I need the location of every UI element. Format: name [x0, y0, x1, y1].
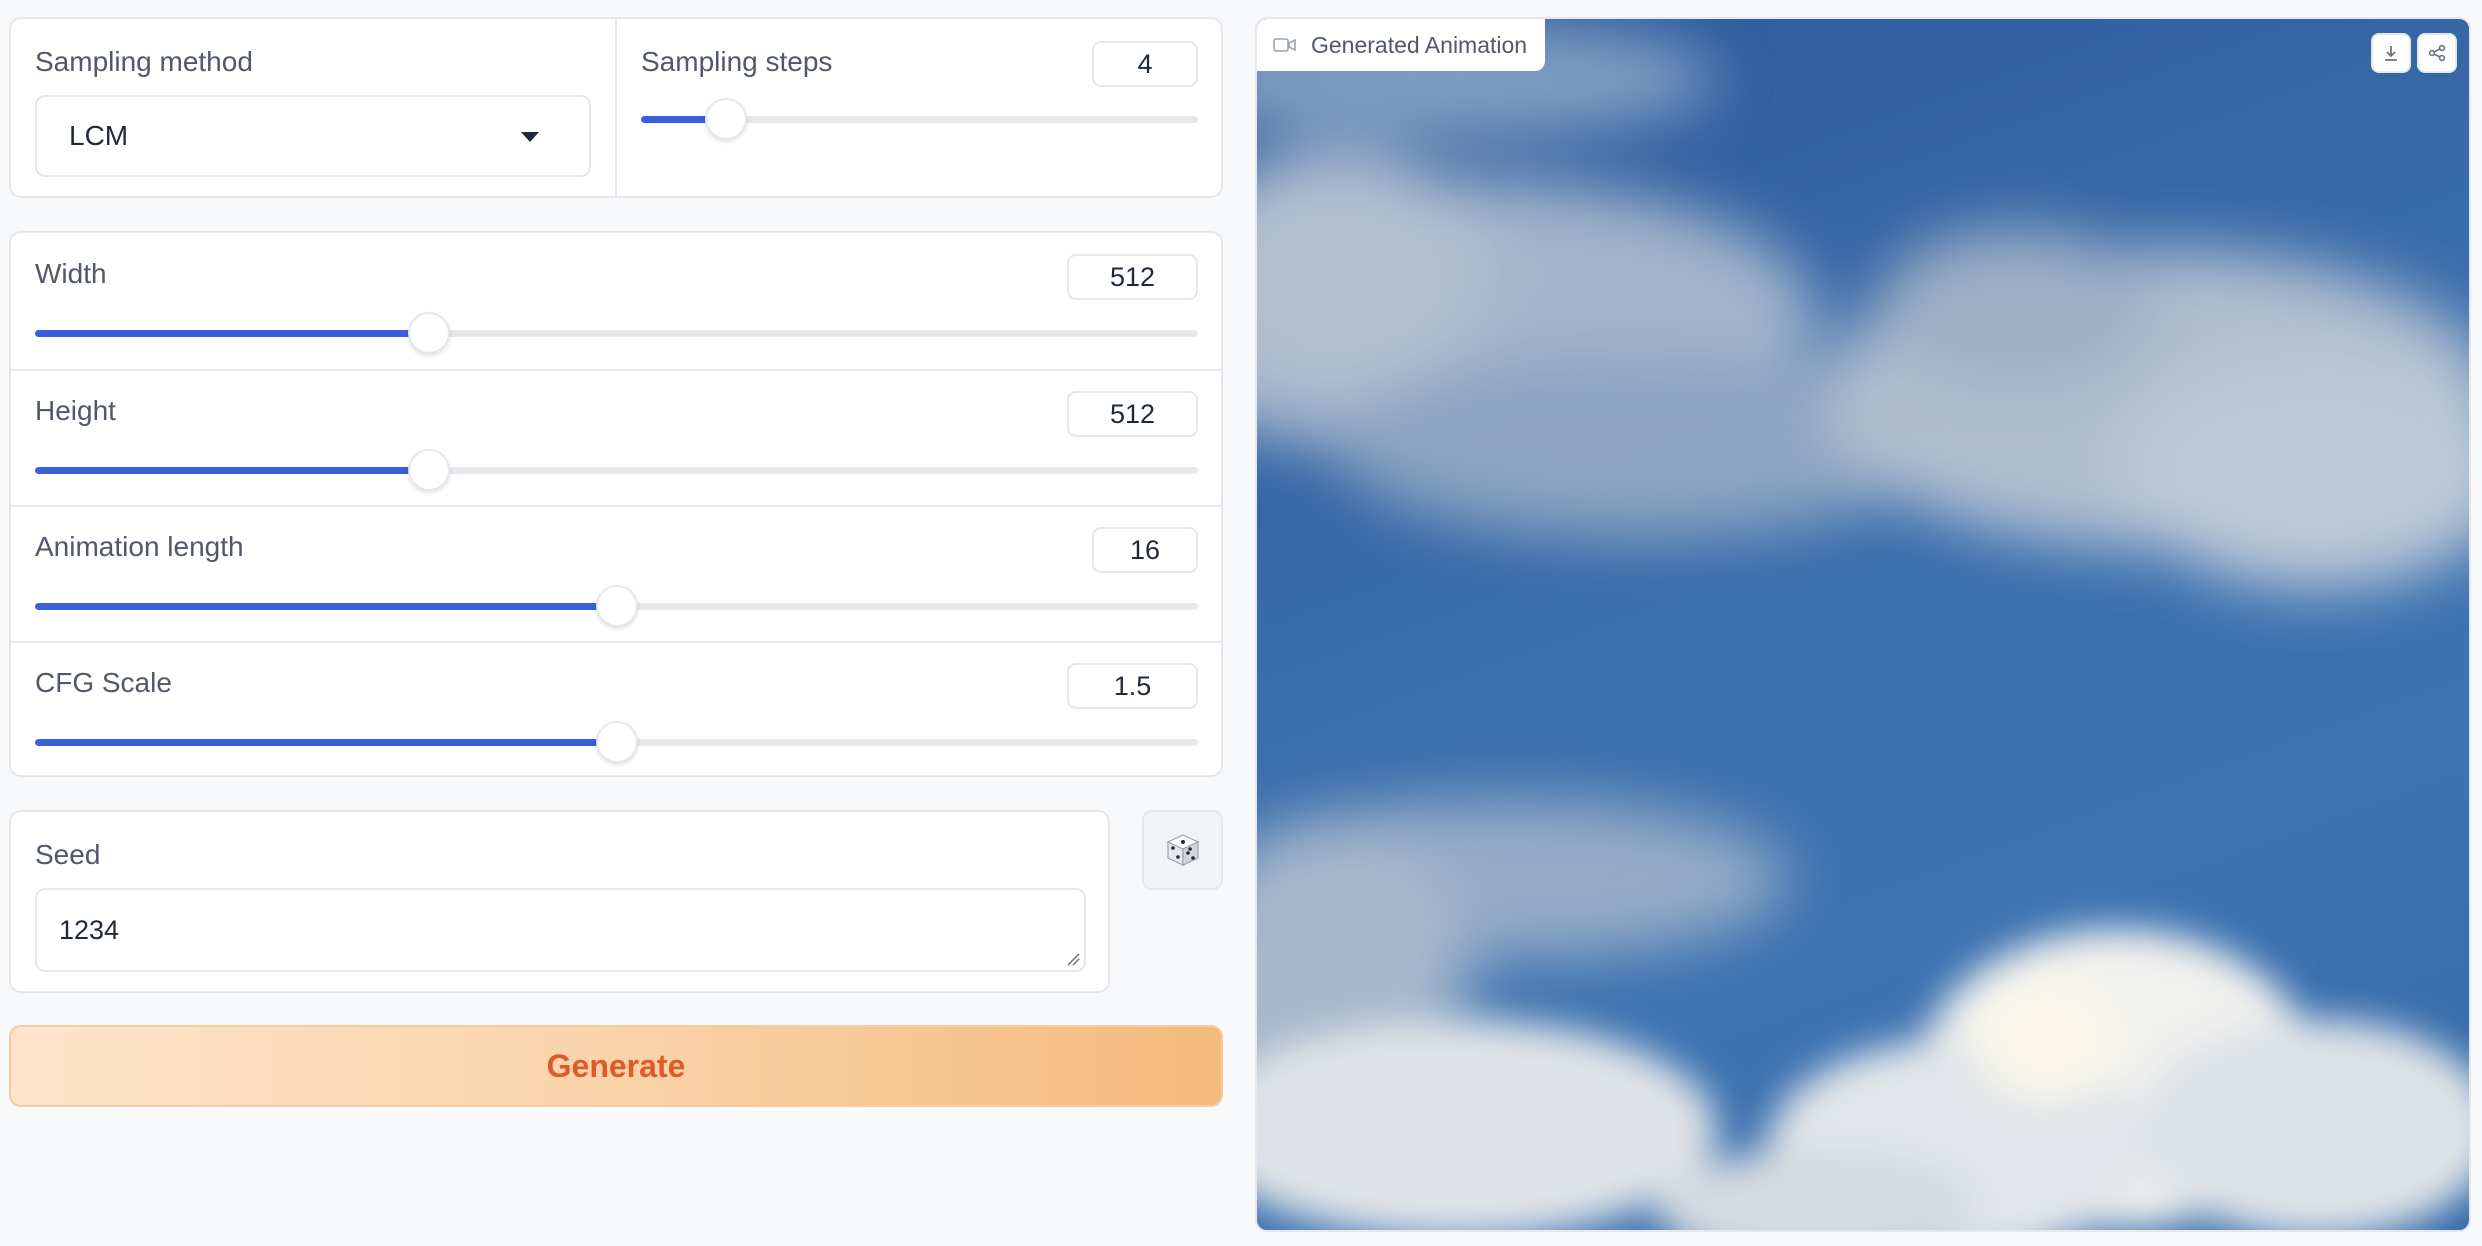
- dice-icon: [1166, 834, 1199, 866]
- generated-animation-player[interactable]: Generated Animation: [1255, 17, 2471, 1232]
- row-divider: [11, 641, 1221, 643]
- height-label: Height: [35, 395, 116, 426]
- width-input[interactable]: 512: [1067, 254, 1198, 300]
- chevron-down-icon: [521, 132, 539, 142]
- sampling-method-dropdown[interactable]: LCM: [35, 95, 591, 177]
- seed-label: Seed: [35, 839, 101, 870]
- generate-button[interactable]: Generate: [9, 1025, 1223, 1107]
- download-button[interactable]: [2371, 33, 2411, 73]
- width-slider[interactable]: [35, 312, 1198, 354]
- sky-clouds-image: [1257, 19, 2469, 1230]
- generated-animation-title: Generated Animation: [1311, 31, 1528, 58]
- slider-thumb[interactable]: [704, 98, 747, 140]
- slider-fill: [35, 603, 617, 610]
- video-camera-icon: [1273, 38, 1296, 52]
- slider-thumb[interactable]: [595, 585, 638, 627]
- slider-thumb[interactable]: [595, 721, 638, 763]
- seed-input[interactable]: 1234: [35, 888, 1086, 972]
- share-button[interactable]: [2417, 33, 2457, 73]
- share-icon: [2428, 44, 2446, 62]
- generated-animation-label: Generated Animation: [1257, 19, 1546, 71]
- animation-length-label: Animation length: [35, 531, 244, 562]
- seed-panel: Seed 1234: [9, 810, 1110, 993]
- slider-fill: [35, 330, 430, 337]
- height-slider[interactable]: [35, 449, 1198, 491]
- row-divider: [11, 369, 1221, 371]
- seed-value: 1234: [59, 914, 120, 945]
- sampling-steps-slider[interactable]: [641, 98, 1198, 140]
- animation-length-slider[interactable]: [35, 585, 1198, 627]
- cfg-scale-input[interactable]: 1.5: [1067, 663, 1198, 709]
- width-label: Width: [35, 258, 107, 289]
- height-input[interactable]: 512: [1067, 391, 1198, 437]
- sampling-steps-label: Sampling steps: [641, 46, 833, 77]
- sampling-method-value: LCM: [69, 120, 129, 151]
- slider-fill: [35, 739, 617, 746]
- slider-fill: [35, 467, 430, 474]
- download-icon: [2385, 46, 2397, 61]
- animation-length-input[interactable]: 16: [1092, 527, 1198, 573]
- panel-divider: [615, 19, 617, 196]
- slider-thumb[interactable]: [408, 312, 451, 354]
- random-seed-button[interactable]: [1142, 810, 1223, 890]
- sampling-steps-input[interactable]: 4: [1092, 41, 1198, 87]
- sampling-method-label: Sampling method: [35, 46, 253, 77]
- sampling-panel: Sampling method LCM Sampling steps 4: [9, 17, 1223, 198]
- slider-thumb[interactable]: [408, 449, 451, 491]
- cfg-scale-slider[interactable]: [35, 721, 1198, 763]
- resize-handle-icon[interactable]: [1066, 952, 1080, 966]
- row-divider: [11, 505, 1221, 507]
- cfg-scale-label: CFG Scale: [35, 667, 172, 698]
- size-panel: Width 512 Height 512 Animation length 16…: [9, 231, 1223, 777]
